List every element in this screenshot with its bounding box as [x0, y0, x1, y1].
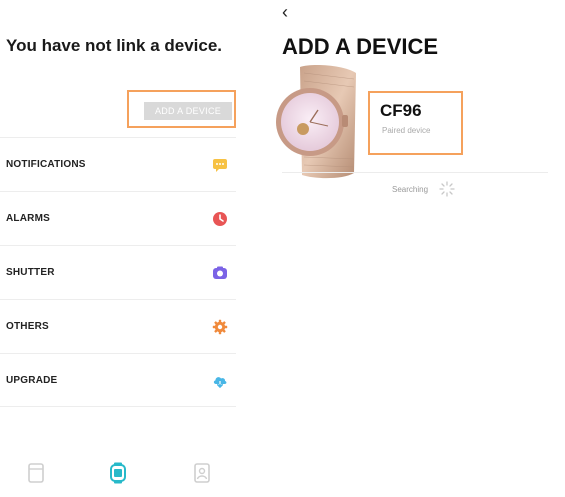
menu-item-shutter[interactable]: SHUTTER: [0, 245, 236, 299]
gear-icon: [212, 319, 228, 335]
menu-item-label: SHUTTER: [6, 267, 55, 278]
menu-item-notifications[interactable]: NOTIFICATIONS: [0, 137, 236, 191]
smartwatch-image: [276, 65, 356, 179]
menu-item-label: NOTIFICATIONS: [6, 159, 86, 170]
device-name: CF96: [380, 101, 422, 120]
device-status: Paired device: [382, 126, 431, 135]
camera-icon: [213, 266, 227, 279]
menu-item-label: UPGRADE: [6, 375, 58, 386]
menu-item-upgrade[interactable]: UPGRADE: [0, 353, 236, 407]
page-title: ADD A DEVICE: [282, 34, 439, 59]
no-device-title: You have not link a device.: [6, 36, 223, 55]
watch-icon[interactable]: [108, 462, 128, 484]
add-device-button[interactable]: ADD A DEVICE: [144, 102, 232, 120]
menu-item-label: ALARMS: [6, 213, 50, 224]
cloud-download-icon: [213, 377, 227, 389]
back-icon[interactable]: ‹: [282, 2, 288, 23]
searching-label: Searching: [392, 185, 429, 194]
menu-item-others[interactable]: OTHERS: [0, 299, 236, 353]
bottom-tab-bar: [0, 462, 240, 492]
settings-menu: NOTIFICATIONS ALARMS SHUTTER OTHERS UPGR…: [0, 137, 236, 407]
profile-icon[interactable]: [192, 462, 212, 484]
menu-item-alarms[interactable]: ALARMS: [0, 191, 236, 245]
clock-icon: [213, 212, 227, 226]
menu-item-label: OTHERS: [6, 321, 49, 332]
add-device-screen: ‹ ADD A DEVICE CF96 Paired device Search…: [270, 0, 565, 497]
loading-spinner-icon: [439, 181, 455, 197]
divider: [282, 172, 548, 173]
page-icon[interactable]: [26, 462, 46, 484]
device-settings-screen: You have not link a device. ADD A DEVICE…: [0, 0, 240, 497]
message-icon: [213, 159, 227, 172]
